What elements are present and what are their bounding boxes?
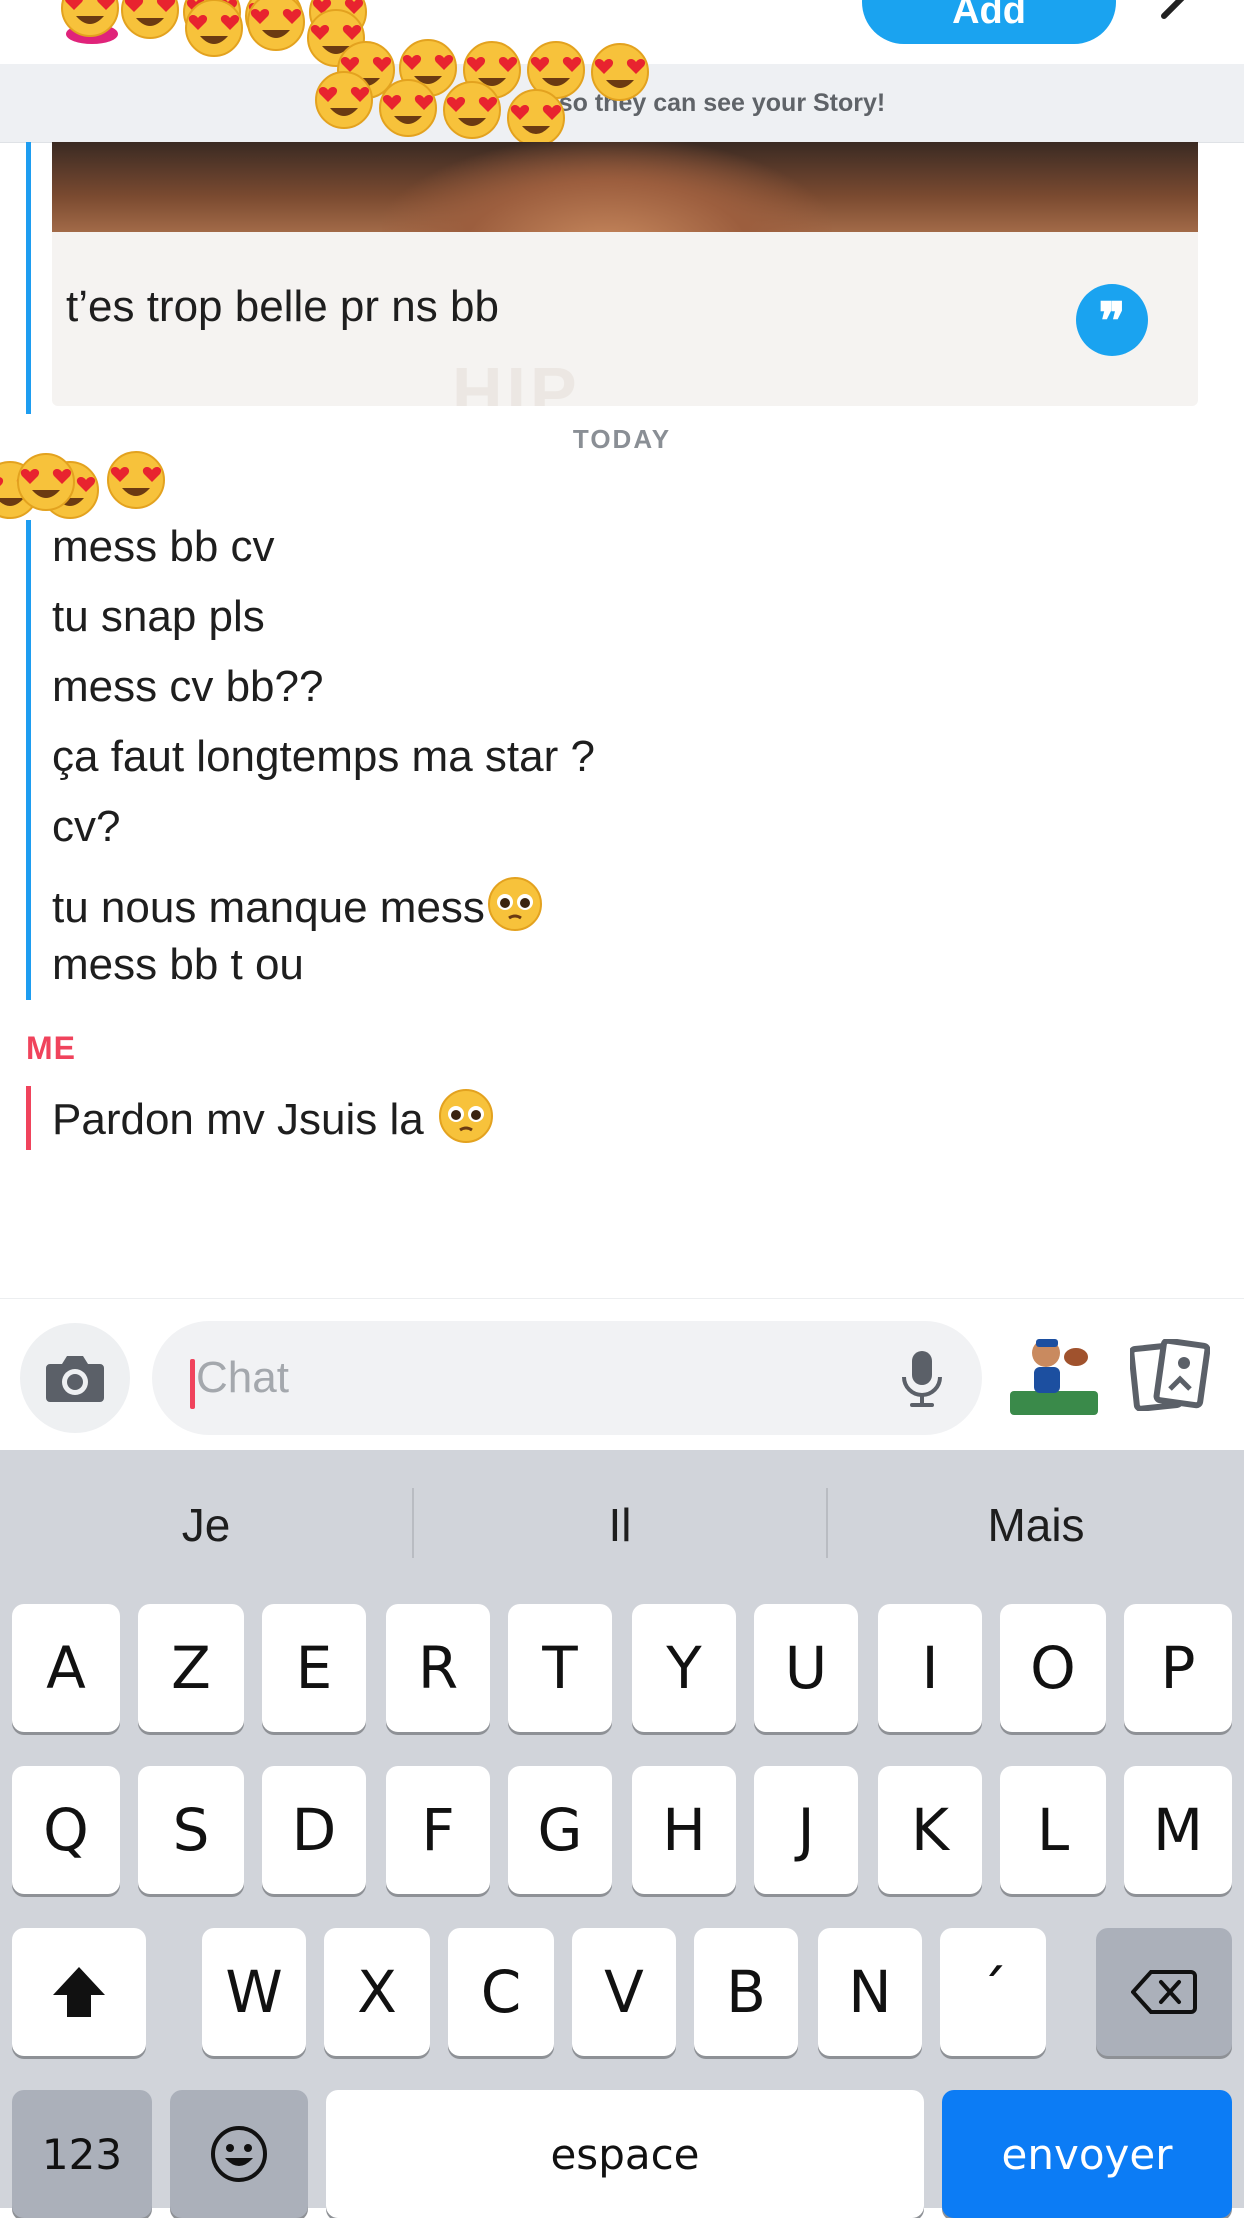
camera-button[interactable] <box>20 1323 130 1433</box>
emoji-key[interactable] <box>170 2090 308 2218</box>
snap-caption-area: HIP t’es trop belle pr ns bb ❞ <box>52 232 1198 406</box>
key-a[interactable]: A <box>12 1604 120 1732</box>
shift-key[interactable] <box>12 1928 146 2056</box>
camera-icon <box>46 1356 104 1402</box>
key-l[interactable]: L <box>1000 1766 1106 1894</box>
smiley-icon <box>211 2126 267 2182</box>
suggestion-1[interactable]: Je <box>0 1450 412 1600</box>
keyboard: Je Il Mais A Z E R T Y U I O P Q S D F G… <box>0 1450 1244 2218</box>
chat-message[interactable]: ça faut longtemps ma star ? <box>52 732 595 782</box>
key-c[interactable]: C <box>448 1928 554 2056</box>
key-u[interactable]: U <box>754 1604 858 1732</box>
shift-icon <box>53 1967 105 2017</box>
date-separator: TODAY <box>572 424 672 454</box>
key-p[interactable]: P <box>1124 1604 1232 1732</box>
key-h[interactable]: H <box>632 1766 736 1894</box>
key-o[interactable]: O <box>1000 1604 1106 1732</box>
chat-input[interactable]: Chat <box>152 1321 982 1435</box>
snap-caption-text: t’es trop belle pr ns bb <box>66 282 499 331</box>
snap-ghost-text: HIP <box>452 353 581 406</box>
my-message-text: Pardon mv Jsuis la <box>52 1095 424 1144</box>
key-k[interactable]: K <box>878 1766 982 1894</box>
backspace-icon <box>1131 1970 1197 2014</box>
quoted-snap-card[interactable]: HIP t’es trop belle pr ns bb ❞ <box>52 142 1198 406</box>
sender-label-me: ME <box>26 1030 76 1066</box>
key-f[interactable]: F <box>386 1766 490 1894</box>
key-x[interactable]: X <box>324 1928 430 2056</box>
sticker-icon[interactable] <box>1128 1337 1211 1412</box>
key-b[interactable]: B <box>694 1928 798 2056</box>
snap-thumbnail[interactable] <box>52 142 1198 232</box>
key-z[interactable]: Z <box>138 1604 244 1732</box>
heart-eyes-emoji-cluster <box>61 0 649 147</box>
friend-thread-line <box>26 142 31 414</box>
text-cursor <box>190 1359 195 1409</box>
chat-input-bar: Chat <box>0 1298 1244 1451</box>
microphone-icon[interactable] <box>898 1349 946 1409</box>
key-g[interactable]: G <box>508 1766 612 1894</box>
backspace-key[interactable] <box>1096 1928 1232 2056</box>
key-n[interactable]: N <box>818 1928 922 2056</box>
chat-message[interactable]: cv? <box>52 802 120 852</box>
chat-message[interactable]: mess bb t ou <box>52 940 304 990</box>
suggestion-3[interactable]: Mais <box>828 1450 1244 1600</box>
space-key[interactable]: espace <box>326 2090 924 2218</box>
my-message[interactable]: Pardon mv Jsuis la <box>52 1088 496 1145</box>
key-i[interactable]: I <box>878 1604 982 1732</box>
key-d[interactable]: D <box>262 1766 366 1894</box>
send-key[interactable]: envoyer <box>942 2090 1232 2218</box>
bitmoji-icon <box>1010 1339 1098 1415</box>
pleading-face-emoji <box>438 1089 493 1143</box>
key-r[interactable]: R <box>386 1604 490 1732</box>
key-m[interactable]: M <box>1124 1766 1232 1894</box>
numbers-key[interactable]: 123 <box>12 2090 152 2218</box>
chat-message[interactable]: mess bb cv <box>52 522 275 572</box>
key-j[interactable]: J <box>754 1766 858 1894</box>
key-q[interactable]: Q <box>12 1766 120 1894</box>
me-thread-line <box>26 1086 31 1150</box>
quote-icon[interactable]: ❞ <box>1076 284 1148 356</box>
chat-message-with-emoji[interactable]: tu nous manque mess <box>52 876 545 933</box>
bitmoji-game-button[interactable] <box>1006 1327 1102 1423</box>
key-e[interactable]: E <box>262 1604 366 1732</box>
key-t[interactable]: T <box>508 1604 612 1732</box>
key-acute-accent[interactable]: ´ <box>940 1928 1046 2056</box>
heart-eyes-emoji-group <box>0 451 165 519</box>
chat-message[interactable]: mess cv bb?? <box>52 662 323 712</box>
pleading-face-emoji <box>487 877 542 931</box>
chat-input-placeholder: Chat <box>196 1353 289 1402</box>
key-s[interactable]: S <box>138 1766 244 1894</box>
friend-thread-line <box>26 520 31 1000</box>
key-v[interactable]: V <box>572 1928 676 2056</box>
chat-message[interactable]: tu snap pls <box>52 592 265 642</box>
key-w[interactable]: W <box>202 1928 306 2056</box>
key-y[interactable]: Y <box>632 1604 736 1732</box>
chat-message-text: tu nous manque mess <box>52 883 485 932</box>
suggestion-2[interactable]: Il <box>414 1450 826 1600</box>
